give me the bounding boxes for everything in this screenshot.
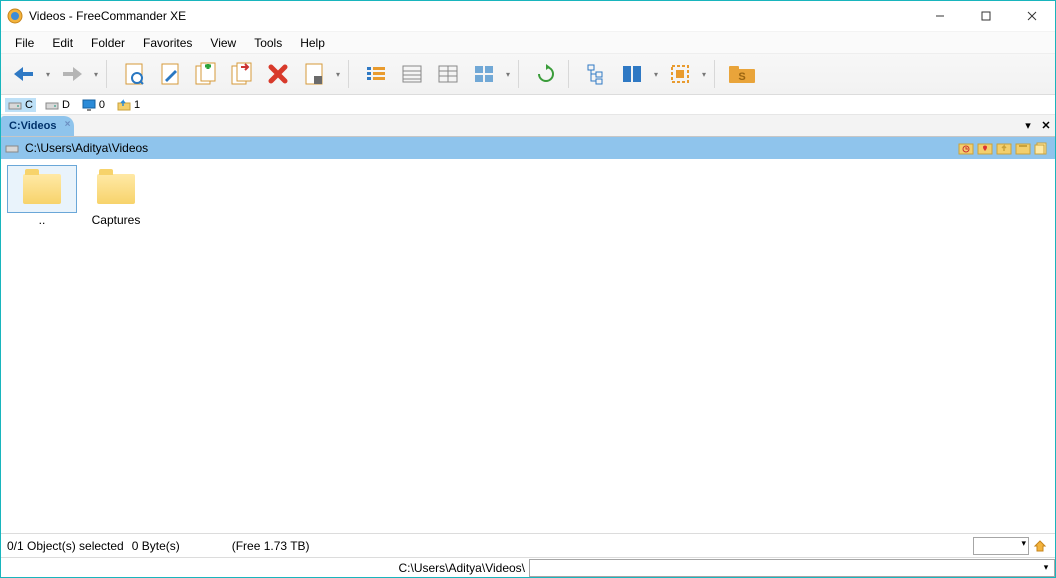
menu-file[interactable]: File bbox=[7, 34, 42, 52]
edit-button[interactable] bbox=[153, 57, 187, 91]
status-size: 0 Byte(s) bbox=[132, 539, 180, 553]
view-dropdown[interactable]: ▾ bbox=[503, 59, 513, 89]
path-bar[interactable]: C:\Users\Aditya\Videos bbox=[1, 137, 1055, 159]
window-controls bbox=[917, 1, 1055, 31]
forward-dropdown[interactable]: ▾ bbox=[91, 59, 101, 89]
view-small-button[interactable] bbox=[431, 57, 465, 91]
svg-text:S: S bbox=[738, 71, 745, 83]
file-item-up[interactable]: .. bbox=[7, 165, 77, 227]
back-button[interactable] bbox=[7, 57, 41, 91]
drive-label: 1 bbox=[134, 99, 140, 111]
toolbar-separator bbox=[106, 60, 112, 88]
view-list-button[interactable] bbox=[359, 57, 393, 91]
tab-close-panel[interactable]: ✕ bbox=[1037, 117, 1055, 135]
panels-dropdown[interactable]: ▾ bbox=[651, 59, 661, 89]
drive-label: C bbox=[25, 99, 33, 111]
drive-bar: C D 0 1 bbox=[1, 95, 1055, 115]
toolbar-separator bbox=[518, 60, 524, 88]
wipe-button[interactable] bbox=[297, 57, 331, 91]
toolbar-separator bbox=[714, 60, 720, 88]
drive-1[interactable]: 1 bbox=[114, 98, 143, 112]
tree-button[interactable] bbox=[579, 57, 613, 91]
forward-button[interactable] bbox=[55, 57, 89, 91]
status-selection: 0/1 Object(s) selected bbox=[7, 539, 124, 553]
drive-d[interactable]: D bbox=[42, 98, 73, 112]
command-path-label: C:\Users\Aditya\Videos\ bbox=[1, 561, 529, 575]
monitor-icon bbox=[82, 99, 96, 111]
drive-label: D bbox=[62, 99, 70, 111]
disk-icon bbox=[5, 142, 19, 154]
toolbar-separator bbox=[568, 60, 574, 88]
menu-help[interactable]: Help bbox=[292, 34, 333, 52]
folder-icon bbox=[97, 174, 135, 204]
tab-label: C:Videos bbox=[9, 120, 56, 132]
menu-edit[interactable]: Edit bbox=[44, 34, 81, 52]
command-line-row: C:\Users\Aditya\Videos\ ▾ bbox=[1, 557, 1055, 577]
s-folder-button[interactable]: S bbox=[725, 57, 759, 91]
folder-up-icon bbox=[117, 99, 131, 111]
disk-icon bbox=[8, 99, 22, 111]
drive-0[interactable]: 0 bbox=[79, 98, 108, 112]
move-button[interactable] bbox=[225, 57, 259, 91]
two-panels-button[interactable] bbox=[615, 57, 649, 91]
filter-combo[interactable]: ▾ bbox=[973, 537, 1029, 555]
file-list[interactable]: .. Captures bbox=[1, 159, 1055, 533]
app-icon bbox=[7, 8, 23, 24]
select-button[interactable] bbox=[663, 57, 697, 91]
tab-history-dropdown[interactable]: ▾ bbox=[1019, 117, 1037, 135]
file-name: Captures bbox=[81, 213, 151, 227]
delete-button[interactable] bbox=[261, 57, 295, 91]
menu-bar: File Edit Folder Favorites View Tools He… bbox=[1, 31, 1055, 53]
status-free: (Free 1.73 TB) bbox=[232, 539, 310, 553]
titlebar: Videos - FreeCommander XE bbox=[1, 1, 1055, 31]
copy-button[interactable] bbox=[189, 57, 223, 91]
status-bar: 0/1 Object(s) selected 0 Byte(s) (Free 1… bbox=[1, 533, 1055, 557]
path-tool-icons bbox=[957, 140, 1051, 156]
favorites-icon[interactable] bbox=[976, 140, 994, 156]
drive-label: 0 bbox=[99, 99, 105, 111]
view-button[interactable] bbox=[117, 57, 151, 91]
window-title: Videos - FreeCommander XE bbox=[29, 9, 186, 23]
back-dropdown[interactable]: ▾ bbox=[43, 59, 53, 89]
drive-c[interactable]: C bbox=[5, 98, 36, 112]
command-input[interactable]: ▾ bbox=[529, 559, 1055, 577]
menu-tools[interactable]: Tools bbox=[246, 34, 290, 52]
refresh-button[interactable] bbox=[529, 57, 563, 91]
tab-close-icon[interactable]: × bbox=[65, 119, 71, 130]
copy-path-icon[interactable] bbox=[1033, 140, 1051, 156]
tab-bar: C:Videos × ▾ ✕ bbox=[1, 115, 1055, 137]
select-dropdown[interactable]: ▾ bbox=[699, 59, 709, 89]
menu-view[interactable]: View bbox=[202, 34, 244, 52]
toolbar-separator bbox=[348, 60, 354, 88]
file-item-folder[interactable]: Captures bbox=[81, 165, 151, 227]
view-details-button[interactable] bbox=[395, 57, 429, 91]
tab-active[interactable]: C:Videos × bbox=[1, 116, 74, 136]
minimize-button[interactable] bbox=[917, 1, 963, 31]
maximize-button[interactable] bbox=[963, 1, 1009, 31]
path-text: C:\Users\Aditya\Videos bbox=[25, 141, 148, 155]
close-button[interactable] bbox=[1009, 1, 1055, 31]
root-folder-icon[interactable] bbox=[1014, 140, 1032, 156]
filter-action-icon[interactable] bbox=[1031, 537, 1049, 555]
folder-icon bbox=[23, 174, 61, 204]
file-name: .. bbox=[7, 213, 77, 227]
up-folder-icon[interactable] bbox=[995, 140, 1013, 156]
disk-icon bbox=[45, 99, 59, 111]
wipe-dropdown[interactable]: ▾ bbox=[333, 59, 343, 89]
view-thumbs-button[interactable] bbox=[467, 57, 501, 91]
menu-favorites[interactable]: Favorites bbox=[135, 34, 200, 52]
menu-folder[interactable]: Folder bbox=[83, 34, 133, 52]
history-icon[interactable] bbox=[957, 140, 975, 156]
main-toolbar: ▾ ▾ ▾ ▾ ▾ ▾ S bbox=[1, 53, 1055, 95]
